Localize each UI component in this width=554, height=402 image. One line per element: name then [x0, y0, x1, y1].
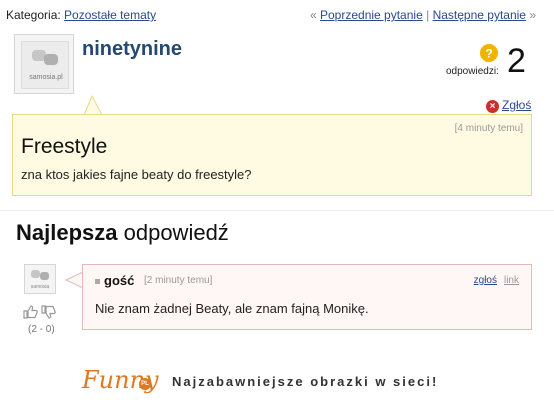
- answer-body: Nie znam żadnej Beaty, ale znam fajną Mo…: [95, 301, 369, 316]
- logo-badge: PL: [139, 378, 151, 390]
- chat-bubble-icon: [40, 272, 49, 280]
- best-answer-heading-bold: Najlepsza: [16, 220, 118, 245]
- answer-speech-tail: [64, 271, 84, 289]
- prev-arrow: «: [309, 8, 317, 22]
- prev-question-link[interactable]: Poprzednie pytanie: [320, 8, 423, 22]
- question-title: Freestyle: [21, 135, 108, 158]
- question-mark-icon: ?: [480, 44, 498, 62]
- thumbs-down-icon[interactable]: [40, 304, 56, 323]
- report-icon[interactable]: ×: [486, 100, 499, 113]
- answer-time: [2 minuty temu]: [144, 275, 213, 286]
- avatar-caption: samosia.pl: [29, 74, 63, 81]
- question-time: [4 minuty temu]: [454, 123, 523, 134]
- category-label: Kategoria:: [6, 8, 61, 22]
- next-arrow: »: [529, 8, 536, 22]
- question-box: [4 minuty temu] Freestyle zna ktos jakie…: [12, 114, 532, 196]
- chat-bubble-icon: [44, 54, 58, 65]
- site-tagline: Najzabawniejsze obrazki w sieci!: [172, 374, 439, 389]
- section-divider: [0, 210, 554, 211]
- asker-avatar[interactable]: samosia.pl: [14, 34, 74, 94]
- chat-bubble-icon: [31, 270, 40, 278]
- category-link[interactable]: Pozostałe tematy: [64, 8, 156, 22]
- vote-score: (2 - 0): [28, 324, 55, 335]
- best-answer-heading-rest: odpowiedź: [117, 220, 229, 245]
- report-link[interactable]: Zgłoś: [502, 98, 531, 112]
- avatar-caption: samosia: [30, 284, 50, 290]
- bullet-icon: [95, 279, 100, 284]
- question-body: zna ktos jakies fajne beaty do freestyle…: [21, 167, 252, 182]
- best-answer-heading: Najlepsza odpowiedź: [16, 220, 229, 246]
- thumbs-up-icon[interactable]: [22, 304, 38, 323]
- nav-divider: |: [426, 8, 430, 22]
- asker-username[interactable]: ninetynine: [82, 38, 182, 61]
- svg-text:?: ?: [485, 47, 492, 61]
- answer-permalink[interactable]: link: [504, 275, 519, 286]
- answers-label: odpowiedzi:: [446, 66, 499, 77]
- answerer-avatar[interactable]: samosia: [24, 264, 56, 294]
- answer-box: gość [2 minuty temu] zgłoś link Nie znam…: [82, 264, 532, 330]
- answer-author[interactable]: gość: [104, 273, 134, 288]
- avatar-placeholder: samosia.pl: [21, 41, 69, 89]
- speech-tail: [83, 94, 103, 116]
- answer-report-link[interactable]: zgłoś: [474, 275, 497, 286]
- answers-count: 2: [507, 42, 526, 80]
- top-bar: Kategoria: Pozostałe tematy « Poprzednie…: [6, 8, 546, 22]
- next-question-link[interactable]: Następne pytanie: [433, 8, 526, 22]
- question-nav: « Poprzednie pytanie | Następne pytanie …: [310, 8, 536, 22]
